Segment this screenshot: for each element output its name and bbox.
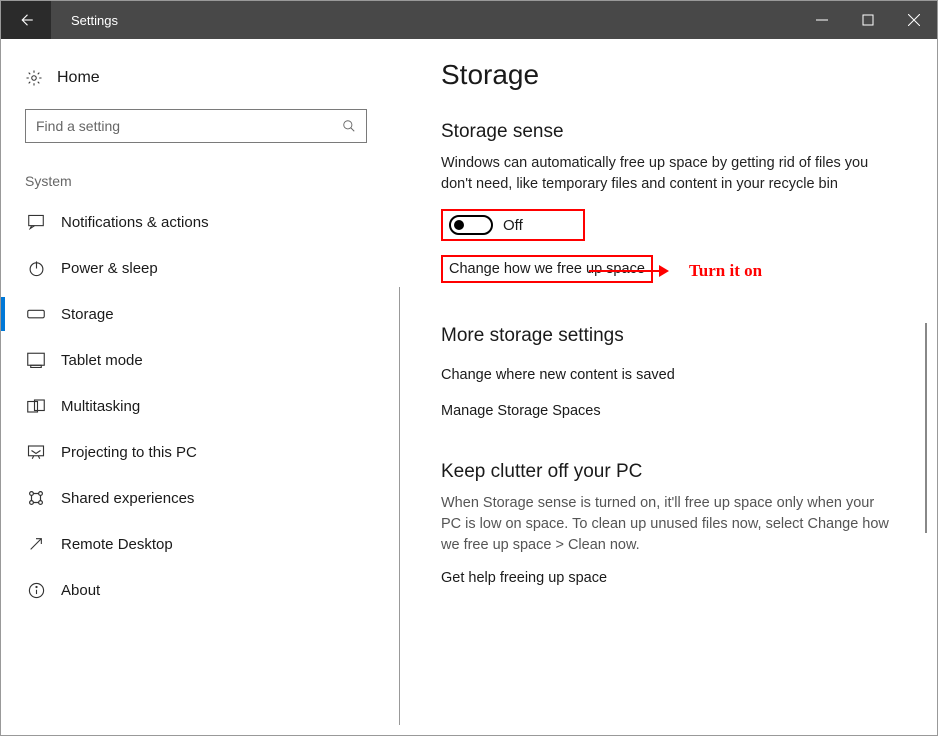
- message-icon: [27, 214, 45, 230]
- storage-icon: [27, 309, 45, 319]
- minimize-icon: [816, 14, 828, 26]
- remote-icon: [28, 536, 44, 552]
- sidebar-item-label: Multitasking: [61, 398, 140, 415]
- minimize-button[interactable]: [799, 1, 845, 39]
- sidebar-item-shared[interactable]: Shared experiences: [25, 475, 367, 521]
- sidebar-item-remote[interactable]: Remote Desktop: [25, 521, 367, 567]
- sidebar-item-label: Shared experiences: [61, 490, 194, 507]
- sidebar-item-projecting[interactable]: Projecting to this PC: [25, 429, 367, 475]
- info-icon: [28, 582, 45, 599]
- search-placeholder: Find a setting: [36, 118, 342, 134]
- sidebar-item-label: Tablet mode: [61, 352, 143, 369]
- sidebar-item-label: Power & sleep: [61, 260, 158, 277]
- sidebar-item-notifications[interactable]: Notifications & actions: [25, 199, 367, 245]
- link-get-help[interactable]: Get help freeing up space: [441, 570, 897, 586]
- window-title: Settings: [51, 1, 799, 39]
- project-icon: [27, 444, 45, 460]
- section-heading-storage-sense: Storage sense: [441, 121, 897, 143]
- shared-icon: [27, 489, 45, 507]
- sidebar-item-label: Remote Desktop: [61, 536, 173, 553]
- titlebar: Settings: [1, 1, 937, 39]
- toggle-state-label: Off: [503, 217, 523, 234]
- sidebar: Home Find a setting System Notifications…: [1, 39, 381, 735]
- sidebar-item-storage[interactable]: Storage: [25, 291, 367, 337]
- search-input[interactable]: Find a setting: [25, 109, 367, 143]
- gear-icon: [25, 69, 43, 87]
- back-button[interactable]: [1, 1, 51, 39]
- multitask-icon: [27, 399, 45, 413]
- storage-sense-desc: Windows can automatically free up space …: [441, 153, 897, 195]
- close-button[interactable]: [891, 1, 937, 39]
- sidebar-item-tablet[interactable]: Tablet mode: [25, 337, 367, 383]
- sidebar-item-power[interactable]: Power & sleep: [25, 245, 367, 291]
- tablet-icon: [27, 352, 45, 368]
- sidebar-item-label: Storage: [61, 306, 114, 323]
- sidebar-item-multitasking[interactable]: Multitasking: [25, 383, 367, 429]
- main-panel: Storage Storage sense Windows can automa…: [381, 39, 937, 735]
- arrow-icon: [589, 264, 669, 278]
- close-icon: [908, 14, 920, 26]
- link-manage-storage-spaces[interactable]: Manage Storage Spaces: [441, 403, 897, 419]
- section-heading-more: More storage settings: [441, 325, 897, 347]
- sidebar-item-about[interactable]: About: [25, 567, 367, 613]
- back-arrow-icon: [17, 11, 35, 29]
- page-title: Storage: [441, 59, 897, 91]
- sidebar-item-label: About: [61, 582, 100, 599]
- link-change-save-location[interactable]: Change where new content is saved: [441, 367, 897, 383]
- sidebar-heading: System: [25, 173, 367, 189]
- sidebar-item-label: Notifications & actions: [61, 214, 209, 231]
- maximize-button[interactable]: [845, 1, 891, 39]
- sidebar-home-label: Home: [57, 69, 100, 87]
- clutter-desc: When Storage sense is turned on, it'll f…: [441, 493, 897, 556]
- toggle-switch-icon: [449, 215, 493, 235]
- sidebar-item-label: Projecting to this PC: [61, 444, 197, 461]
- power-icon: [28, 260, 45, 277]
- divider-line: [399, 287, 400, 725]
- annotation-text: Turn it on: [689, 261, 762, 281]
- scrollbar[interactable]: [925, 323, 927, 533]
- storage-sense-toggle[interactable]: Off: [441, 209, 585, 241]
- sidebar-home[interactable]: Home: [25, 69, 367, 87]
- section-heading-clutter: Keep clutter off your PC: [441, 461, 897, 483]
- annotation: Turn it on: [589, 261, 762, 281]
- search-icon: [342, 119, 356, 133]
- maximize-icon: [862, 14, 874, 26]
